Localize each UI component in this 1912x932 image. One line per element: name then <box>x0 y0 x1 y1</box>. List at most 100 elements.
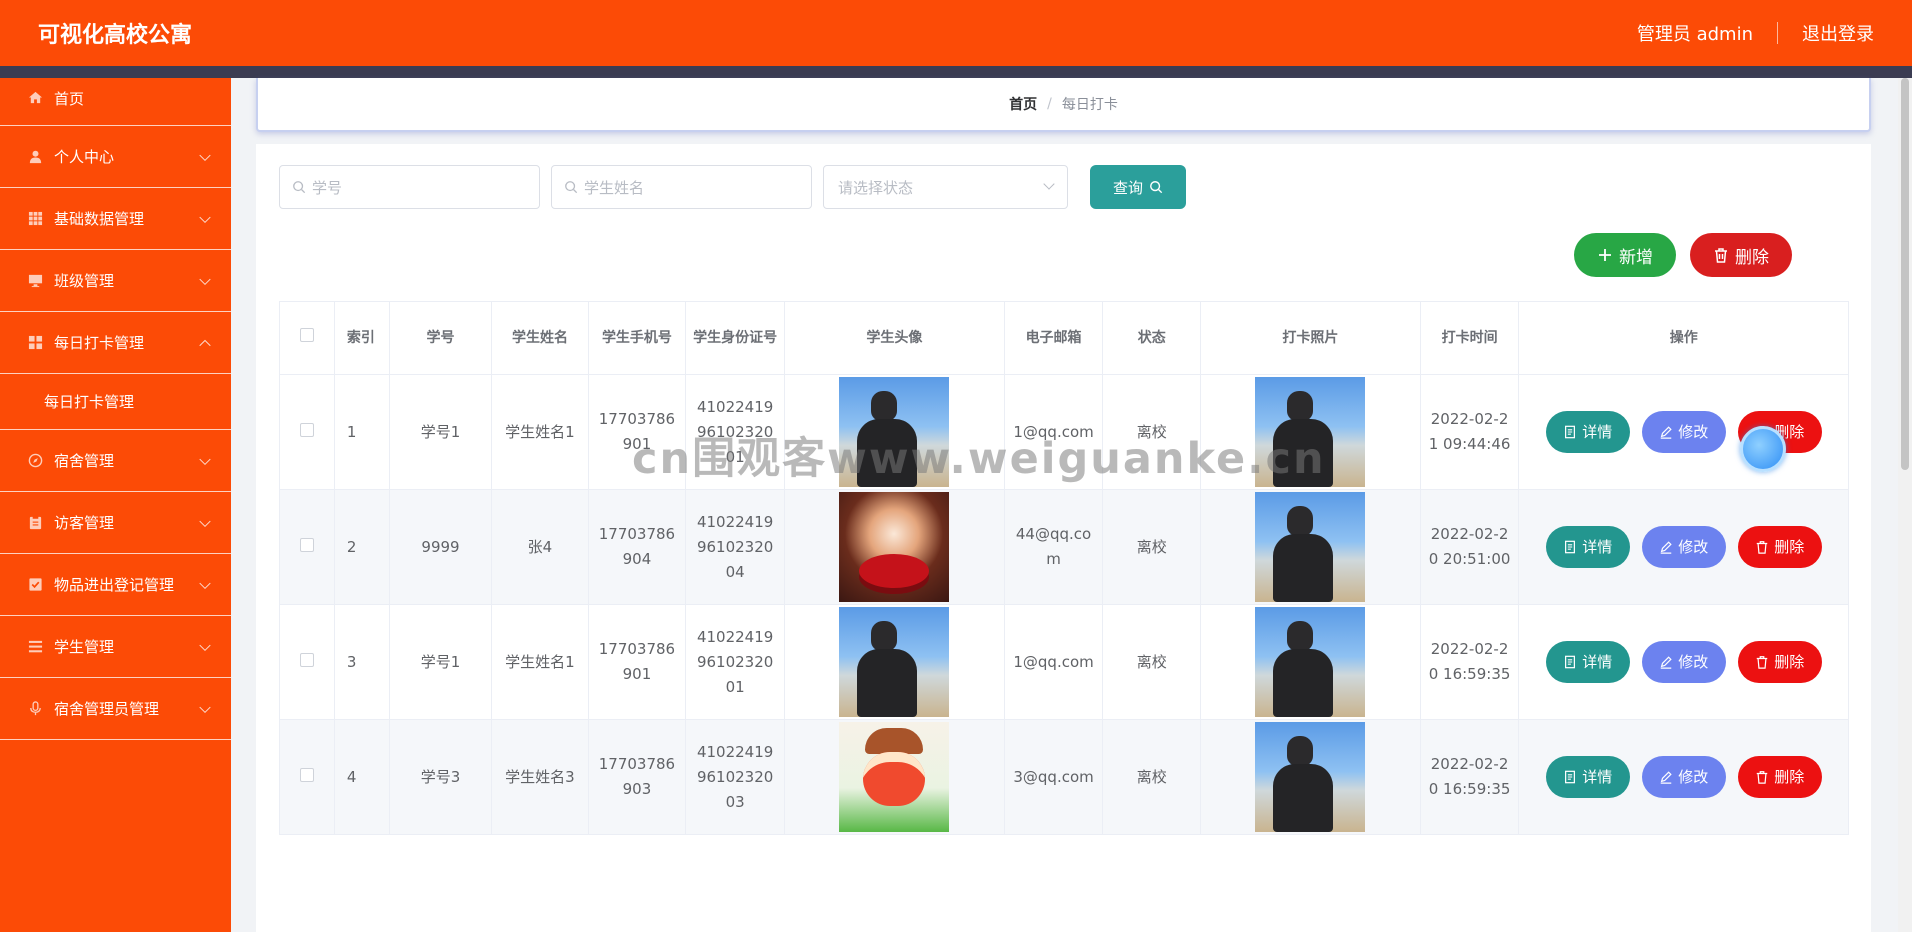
add-button[interactable]: 新增 <box>1574 233 1676 277</box>
main-panel: 学号 学生姓名 请选择状态 查询 新增 删除 索引 学号 学生姓名 学生手机号 … <box>256 144 1871 932</box>
grid-icon <box>26 210 44 228</box>
col-ops: 操作 <box>1518 301 1849 375</box>
header-divider <box>1777 22 1778 44</box>
cell-student-no: 9999 <box>388 489 493 605</box>
query-button[interactable]: 查询 <box>1090 165 1186 209</box>
edit-button[interactable]: 修改 <box>1641 526 1726 568</box>
status-select[interactable]: 请选择状态 <box>823 165 1068 209</box>
sidebar-item-label: 每日打卡管理 <box>54 334 145 352</box>
breadcrumb-home[interactable]: 首页 <box>1009 94 1037 114</box>
cell-time: 2022-02-21 09:44:46 <box>1419 374 1520 490</box>
sidebar-item-label: 基础数据管理 <box>54 210 145 228</box>
detail-label: 详情 <box>1582 422 1613 441</box>
cell-ops: 详情 修改 删除 <box>1518 719 1849 835</box>
sidebar-item-profile[interactable]: 个人中心 <box>0 126 231 188</box>
sidebar-item-students[interactable]: 学生管理 <box>0 616 231 678</box>
pointer-indicator <box>1740 426 1786 472</box>
batch-delete-button[interactable]: 删除 <box>1690 233 1792 277</box>
cell-index: 3 <box>333 604 390 720</box>
pencil-icon <box>1660 541 1672 554</box>
document-icon <box>1565 770 1576 784</box>
cell-name: 学生姓名1 <box>491 604 589 720</box>
edit-button[interactable]: 修改 <box>1641 411 1726 453</box>
detail-label: 详情 <box>1582 652 1613 671</box>
table-row: 2 9999 张4 17703786904 410224199610232004… <box>279 489 1849 605</box>
chevron-down-icon <box>199 149 211 161</box>
col-student-no: 学号 <box>388 301 493 375</box>
cell-index: 2 <box>333 489 390 605</box>
sidebar-item-label: 个人中心 <box>54 148 115 166</box>
cell-index: 4 <box>333 719 390 835</box>
cell-id-card: 410224199610232001 <box>685 604 786 720</box>
monitor-icon <box>26 272 44 290</box>
logout-link[interactable]: 退出登录 <box>1802 20 1874 46</box>
sidebar-item-dorm[interactable]: 宿舍管理 <box>0 430 231 492</box>
pencil-icon <box>1660 771 1672 784</box>
current-user: 管理员 admin <box>1636 24 1753 45</box>
col-id-card: 学生身份证号 <box>685 301 786 375</box>
delete-button[interactable]: 删除 <box>1737 641 1822 683</box>
sidebar-item-home[interactable]: 首页 <box>0 78 231 126</box>
cell-photo <box>1200 604 1421 720</box>
delete-button[interactable]: 删除 <box>1737 526 1822 568</box>
cell-ops: 详情 修改 删除 <box>1518 604 1849 720</box>
student-name-input[interactable]: 学生姓名 <box>551 165 812 209</box>
row-checkbox[interactable] <box>299 652 314 667</box>
detail-button[interactable]: 详情 <box>1545 641 1630 683</box>
detail-button[interactable]: 详情 <box>1545 756 1630 798</box>
cell-phone: 17703786901 <box>587 604 687 720</box>
compass-icon <box>26 452 44 470</box>
search-bar: 学号 学生姓名 请选择状态 查询 <box>279 165 1186 209</box>
cell-email: 1@qq.com <box>1003 604 1104 720</box>
cell-id-card: 410224199610232004 <box>685 489 786 605</box>
row-select-cell <box>279 489 335 605</box>
cell-ops: 详情 修改 删除 <box>1518 489 1849 605</box>
chevron-down-icon <box>199 453 211 465</box>
table-row: 3 学号1 学生姓名1 17703786901 4102241996102320… <box>279 604 1849 720</box>
row-checkbox[interactable] <box>299 767 314 782</box>
sidebar-subitem-daily-checkin[interactable]: 每日打卡管理 <box>0 374 231 430</box>
checkin-photo <box>1255 722 1366 832</box>
col-phone: 学生手机号 <box>587 301 687 375</box>
header-strip <box>0 66 1912 78</box>
delete-button[interactable]: 删除 <box>1737 756 1822 798</box>
avatar-image <box>839 722 950 832</box>
col-avatar: 学生头像 <box>784 301 1005 375</box>
sidebar-item-dorm-admins[interactable]: 宿舍管理员管理 <box>0 678 231 740</box>
cell-avatar <box>784 719 1005 835</box>
edit-button[interactable]: 修改 <box>1641 756 1726 798</box>
chevron-down-icon <box>199 577 211 589</box>
detail-button[interactable]: 详情 <box>1545 411 1630 453</box>
chevron-down-icon <box>199 211 211 223</box>
table-header-row: 索引 学号 学生姓名 学生手机号 学生身份证号 学生头像 电子邮箱 状态 打卡照… <box>279 301 1849 375</box>
sidebar-item-goods-log[interactable]: 物品进出登记管理 <box>0 554 231 616</box>
row-checkbox[interactable] <box>299 422 314 437</box>
cell-name: 学生姓名1 <box>491 374 589 490</box>
sidebar-item-class[interactable]: 班级管理 <box>0 250 231 312</box>
add-label: 新增 <box>1619 247 1653 268</box>
delete-label: 删除 <box>1774 652 1805 671</box>
sidebar: 首页 个人中心 基础数据管理 班级管理 每日打卡管理 每日打卡管理 宿舍管理 访… <box>0 78 231 932</box>
apps-icon <box>26 334 44 352</box>
sidebar-item-visitor[interactable]: 访客管理 <box>0 492 231 554</box>
sidebar-item-basic-data[interactable]: 基础数据管理 <box>0 188 231 250</box>
sidebar-item-label: 学生管理 <box>54 638 115 656</box>
status-placeholder: 请选择状态 <box>838 178 914 197</box>
document-icon <box>1565 655 1576 669</box>
scrollbar-thumb[interactable] <box>1901 78 1909 470</box>
student-no-input[interactable]: 学号 <box>279 165 540 209</box>
avatar-image <box>839 607 950 717</box>
edit-button[interactable]: 修改 <box>1641 641 1726 683</box>
trash-icon <box>1756 771 1768 784</box>
detail-button[interactable]: 详情 <box>1545 526 1630 568</box>
row-checkbox[interactable] <box>299 537 314 552</box>
cell-phone: 17703786903 <box>587 719 687 835</box>
edit-label: 修改 <box>1678 422 1709 441</box>
sidebar-item-label: 宿舍管理 <box>54 452 115 470</box>
sidebar-item-label: 物品进出登记管理 <box>54 576 175 594</box>
detail-label: 详情 <box>1582 767 1613 786</box>
select-all-checkbox[interactable] <box>299 327 314 342</box>
page-scrollbar[interactable] <box>1898 78 1912 932</box>
chevron-down-icon <box>199 273 211 285</box>
sidebar-item-daily-checkin[interactable]: 每日打卡管理 <box>0 312 231 374</box>
